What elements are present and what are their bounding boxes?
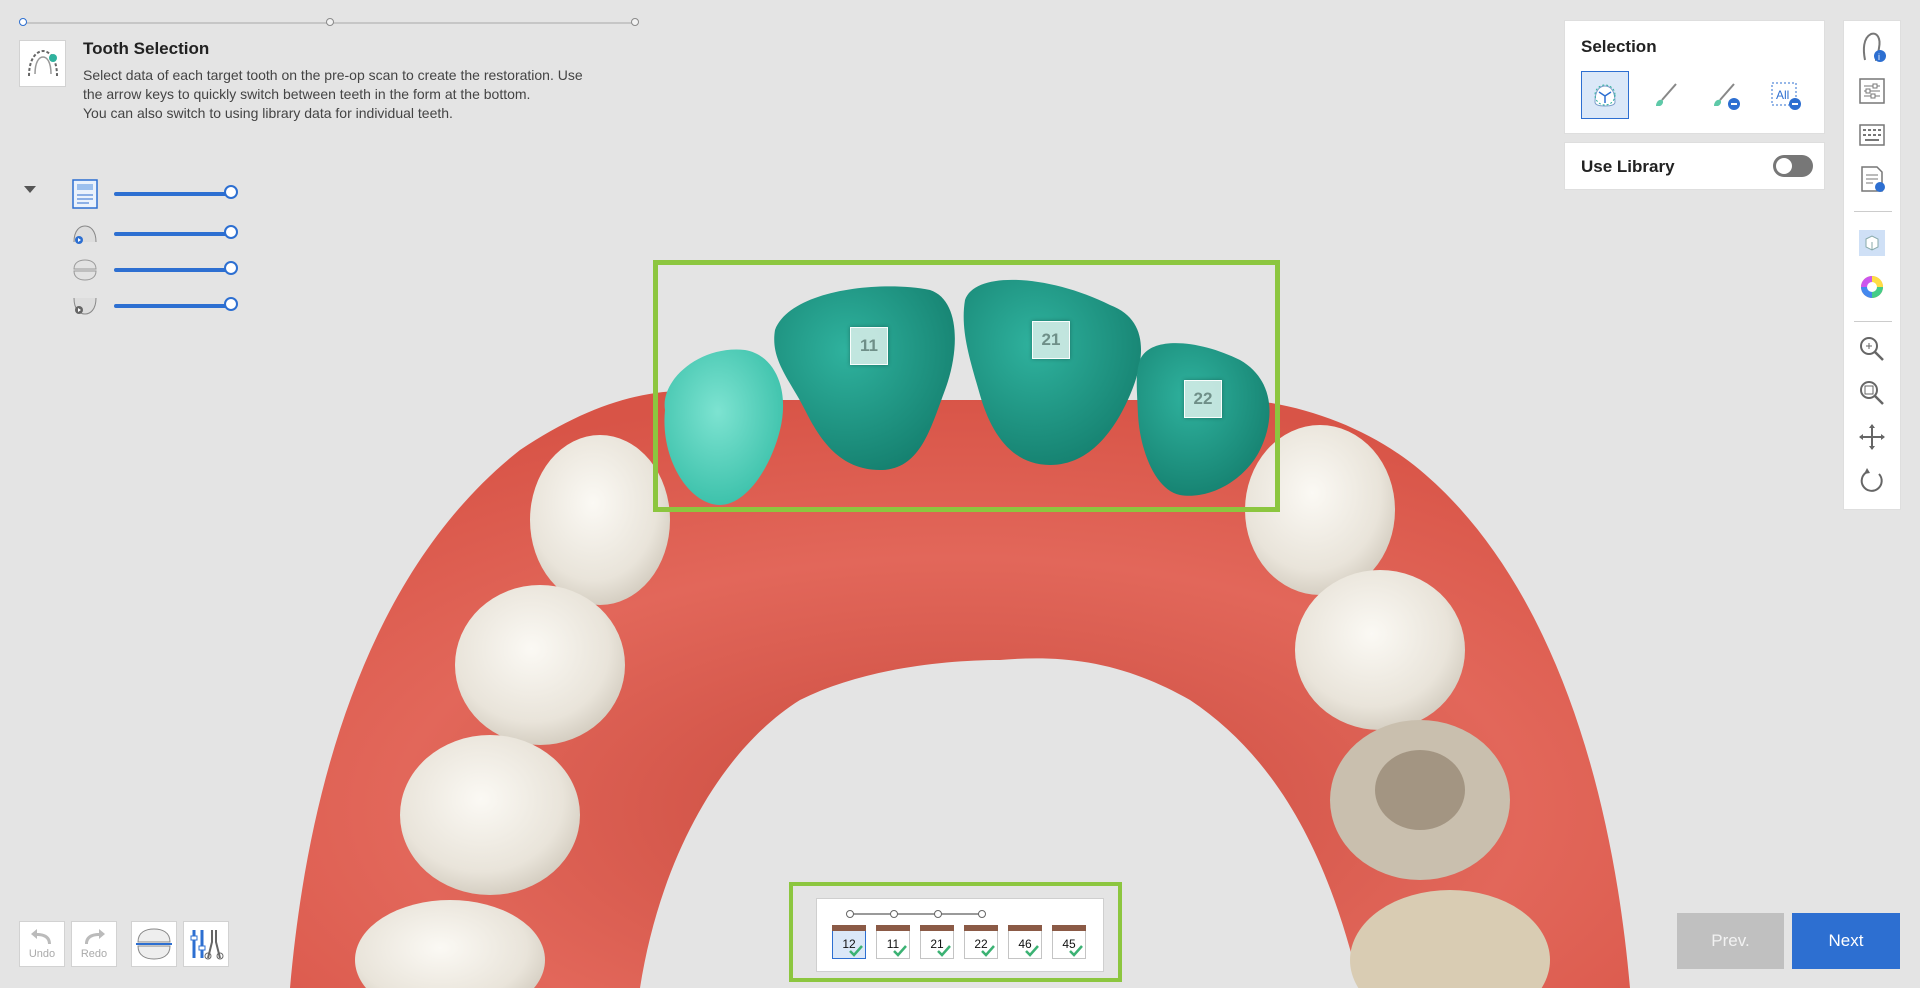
prev-button[interactable]: Prev. <box>1677 913 1784 969</box>
redo-button[interactable]: Redo <box>71 921 117 967</box>
undo-button[interactable]: Undo <box>19 921 65 967</box>
tooth-label-21[interactable]: 21 <box>1032 321 1070 359</box>
tooth-15 <box>400 735 580 895</box>
toolbar-divider <box>1854 321 1892 322</box>
keyboard-icon[interactable] <box>1854 117 1890 153</box>
tooth-cell-22[interactable]: 22 <box>964 925 998 959</box>
tooth-14 <box>455 585 625 745</box>
tooth-form: 12 11 21 22 46 45 <box>816 898 1104 972</box>
erase-brush-icon <box>1714 83 1740 110</box>
tooth-selection-step-icon <box>19 40 66 87</box>
crown-type-indicator <box>1052 925 1086 931</box>
redo-icon <box>85 929 105 944</box>
use-library-label: Use Library <box>1581 157 1675 176</box>
pan-icon[interactable] <box>1854 419 1890 455</box>
erase-brush-button[interactable] <box>1701 71 1749 119</box>
use-library-panel: Use Library <box>1564 142 1825 190</box>
step-dot-1[interactable] <box>19 18 27 26</box>
page-title: Tooth Selection <box>83 39 210 58</box>
check-icon <box>981 945 995 957</box>
tooth-form-bridge-line <box>849 913 985 915</box>
crown-type-indicator <box>920 925 954 931</box>
slider-knob[interactable] <box>224 225 238 239</box>
data-view-button[interactable] <box>131 921 177 967</box>
pre-op-scan-opacity-slider[interactable] <box>114 185 238 199</box>
undo-label: Undo <box>28 948 56 960</box>
description-line-2: the arrow keys to quickly switch between… <box>83 86 531 102</box>
description-line-1: Select data of each target tooth on the … <box>83 67 583 83</box>
zoom-icon[interactable] <box>1854 331 1890 367</box>
layers-collapse-arrow-icon[interactable] <box>24 186 36 193</box>
selection-panel-title: Selection <box>1581 37 1657 56</box>
check-icon <box>1069 945 1083 957</box>
notes-icon[interactable] <box>1854 161 1890 197</box>
check-icon <box>937 945 951 957</box>
description-line-3: You can also switch to using library dat… <box>83 105 453 121</box>
slider-knob[interactable] <box>224 261 238 275</box>
slider-knob[interactable] <box>224 185 238 199</box>
bridge-connector-dot[interactable] <box>890 910 898 918</box>
step-dot-3[interactable] <box>631 18 639 26</box>
color-icon[interactable] <box>1854 269 1890 305</box>
selection-panel: Selection All <box>1564 20 1825 134</box>
deselect-all-button[interactable]: All <box>1761 71 1809 119</box>
page-description: Select data of each target tooth on the … <box>83 66 643 123</box>
brush-icon <box>1656 83 1677 106</box>
tooth-cell-45[interactable]: 45 <box>1052 925 1086 959</box>
svg-text:i: i <box>1878 52 1880 62</box>
occlusion-view-icon <box>136 928 172 960</box>
deselect-all-label: All <box>1776 88 1789 102</box>
crown-type-indicator <box>964 925 998 931</box>
toolbar-divider <box>1854 211 1892 212</box>
tools-icon <box>190 930 224 960</box>
brush-select-button[interactable] <box>1641 71 1689 119</box>
next-button[interactable]: Next <box>1792 913 1900 969</box>
occlusion-icon[interactable] <box>70 255 100 285</box>
bridge-connector-dot[interactable] <box>978 910 986 918</box>
layer-row-pre-op-scan <box>70 179 238 209</box>
solid-view-icon[interactable] <box>1854 225 1890 261</box>
layer-row-occlusion <box>70 255 238 285</box>
slider-knob[interactable] <box>224 297 238 311</box>
tooth-25-stain <box>1375 750 1465 830</box>
use-library-toggle[interactable] <box>1773 155 1813 177</box>
mandible-opacity-slider[interactable] <box>114 297 238 311</box>
crown-type-indicator <box>876 925 910 931</box>
toggle-knob <box>1776 158 1792 174</box>
check-icon <box>849 945 863 957</box>
check-icon <box>893 945 907 957</box>
tooth-cell-12[interactable]: 12 <box>832 925 866 959</box>
layer-row-mandible <box>70 291 238 321</box>
bridge-connector-dot[interactable] <box>934 910 942 918</box>
tooth-label-11[interactable]: 11 <box>850 327 888 365</box>
pre-op-scan-data-icon[interactable] <box>70 179 100 209</box>
maxilla-opacity-slider[interactable] <box>114 225 238 239</box>
tooth-cell-46[interactable]: 46 <box>1008 925 1042 959</box>
mandible-icon[interactable] <box>70 291 100 321</box>
settings-icon[interactable] <box>1854 73 1890 109</box>
undo-icon <box>31 929 51 944</box>
redo-label: Redo <box>80 948 108 960</box>
tooth-cell-21[interactable]: 21 <box>920 925 954 959</box>
smart-select-icon <box>1594 84 1616 107</box>
maxilla-icon[interactable] <box>70 219 100 249</box>
tooth-cell-11[interactable]: 11 <box>876 925 910 959</box>
rotate-icon[interactable] <box>1854 463 1890 499</box>
step-dot-2[interactable] <box>326 18 334 26</box>
zoom-fit-icon[interactable] <box>1854 375 1890 411</box>
tooth-13 <box>530 435 670 605</box>
tooth-24 <box>1295 570 1465 730</box>
right-toolbar: i <box>1843 20 1901 510</box>
crown-type-indicator <box>1008 925 1042 931</box>
crown-type-indicator <box>832 925 866 931</box>
deselect-all-icon: All <box>1771 82 1801 110</box>
bridge-connector-dot[interactable] <box>846 910 854 918</box>
model-info-icon[interactable]: i <box>1854 29 1890 65</box>
tools-button[interactable] <box>183 921 229 967</box>
occlusion-opacity-slider[interactable] <box>114 261 238 275</box>
check-icon <box>1025 945 1039 957</box>
tooth-label-22[interactable]: 22 <box>1184 380 1222 418</box>
smart-select-button[interactable] <box>1581 71 1629 119</box>
layer-row-maxilla <box>70 219 238 249</box>
